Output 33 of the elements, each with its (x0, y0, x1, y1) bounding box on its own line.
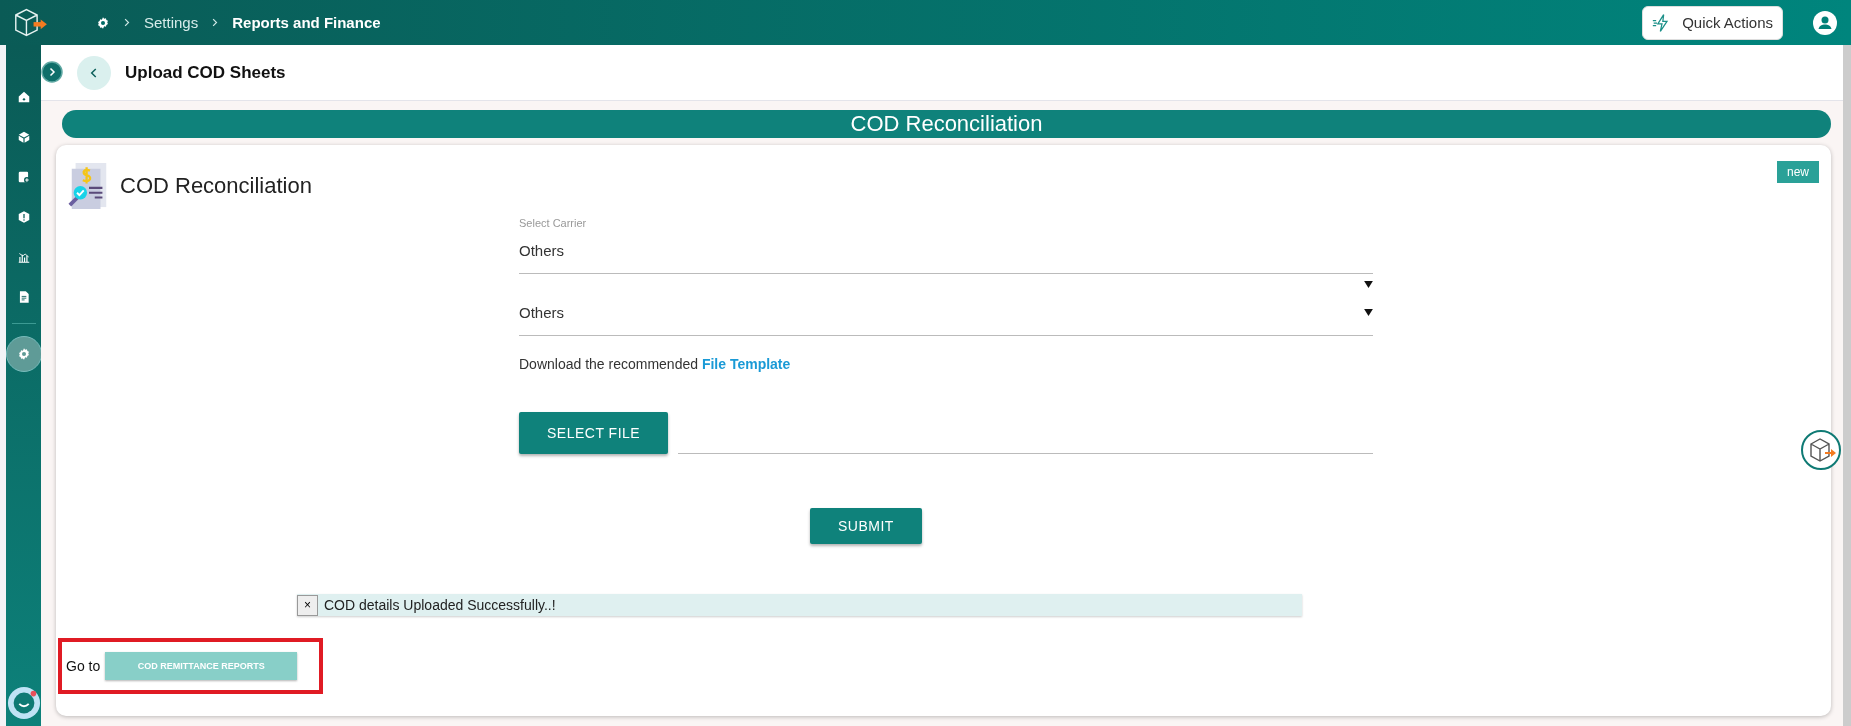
add-document-icon (16, 170, 31, 184)
select-file-button[interactable]: SELECT FILE (519, 412, 669, 454)
dropdown-caret-icon (1364, 309, 1373, 316)
expand-chevron-icon[interactable] (41, 61, 63, 83)
dropdown-select[interactable]: Others (519, 294, 1373, 336)
go-to-label: Go to (66, 658, 101, 674)
settings-nav-button[interactable] (5, 336, 42, 372)
submit-button[interactable]: SUBMIT (810, 508, 922, 544)
dropdown-caret-icon[interactable] (1364, 280, 1373, 288)
settings-icon[interactable] (96, 15, 110, 30)
box-logo-icon[interactable] (12, 6, 48, 39)
package-icon (16, 130, 31, 144)
chevron-right-icon (212, 18, 219, 27)
chart-icon (16, 250, 31, 264)
card-title: COD Reconciliation (120, 173, 312, 199)
section-banner: COD Reconciliation (62, 110, 1831, 138)
chat-bubble-icon[interactable] (6, 686, 41, 720)
breadcrumb-link[interactable]: Reports and Finance (232, 14, 381, 31)
close-button[interactable]: × (297, 594, 318, 616)
alert-icon (16, 210, 31, 224)
new-badge: new (1777, 161, 1819, 183)
breadcrumb-link[interactable]: Settings (144, 14, 199, 31)
settings-icon (16, 347, 31, 361)
field-label: Select Carrier (519, 217, 588, 229)
home-icon (16, 90, 31, 104)
template-download-text: Download the recommended File Template (519, 356, 792, 372)
page-title: Upload COD Sheets (125, 62, 286, 83)
quick-actions-button[interactable]: Quick Actions (1642, 5, 1783, 40)
carrier-select[interactable]: Select Carrier Others (519, 217, 1373, 274)
user-avatar-icon[interactable] (1813, 10, 1837, 35)
chevron-right-icon (124, 18, 130, 27)
alert-message: COD details Uploaded Successfully..! (324, 597, 556, 613)
box-fab-icon[interactable] (1801, 430, 1841, 470)
